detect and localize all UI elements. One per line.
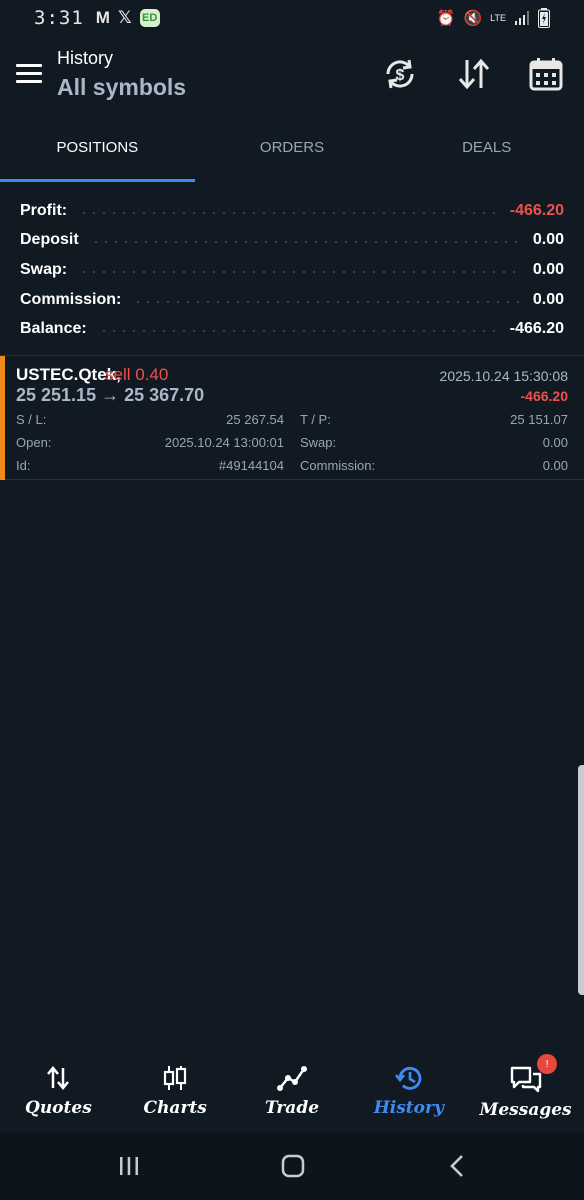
commission-label: Commission: bbox=[300, 458, 376, 473]
tab-deals[interactable]: DEALS bbox=[389, 128, 584, 182]
summary-panel: Profit: -466.20 Deposit 0.00 Swap: 0.00 … bbox=[20, 196, 564, 344]
alarm-icon: ⏰ bbox=[436, 10, 456, 27]
summary-label: Profit: bbox=[20, 201, 68, 219]
commission-value: 0.00 bbox=[542, 458, 568, 473]
id-label: Id: bbox=[16, 458, 31, 473]
summary-row-balance: Balance: -466.20 bbox=[20, 314, 564, 344]
summary-value: 0.00 bbox=[532, 231, 564, 249]
app-header: History All symbols $ bbox=[0, 40, 584, 112]
tab-positions[interactable]: POSITIONS bbox=[0, 128, 195, 182]
sort-icon[interactable] bbox=[456, 56, 492, 92]
status-bar: 3:31 M 𝕏 ED ⏰ 🔇 LTE bbox=[0, 0, 584, 36]
calendar-icon[interactable] bbox=[528, 56, 564, 92]
summary-row-swap: Swap: 0.00 bbox=[20, 255, 564, 285]
gmail-icon: M bbox=[95, 8, 110, 27]
system-navigation-bar bbox=[0, 1132, 584, 1200]
tab-orders[interactable]: ORDERS bbox=[195, 128, 390, 182]
menu-icon[interactable] bbox=[16, 64, 42, 84]
nav-history[interactable]: History bbox=[350, 1050, 467, 1132]
trade-icon bbox=[276, 1066, 307, 1091]
summary-row-commission: Commission: 0.00 bbox=[20, 285, 564, 315]
summary-value: -466.20 bbox=[509, 201, 564, 219]
nav-label: Messages bbox=[479, 1100, 572, 1120]
messages-badge: ! bbox=[537, 1054, 558, 1074]
swap-label: Swap: bbox=[300, 435, 337, 450]
summary-value: 0.00 bbox=[532, 290, 564, 308]
position-close-time: 2025.10.24 15:30:08 bbox=[439, 368, 568, 384]
recent-apps-icon[interactable] bbox=[117, 1154, 141, 1178]
svg-text:$: $ bbox=[396, 67, 405, 84]
system-status-icons: ⏰ 🔇 LTE bbox=[437, 8, 550, 28]
summary-row-deposit: Deposit 0.00 bbox=[20, 226, 564, 256]
currency-exchange-icon[interactable]: $ bbox=[382, 56, 418, 92]
nav-label: Charts bbox=[143, 1098, 207, 1118]
app-notification-icon: ED bbox=[139, 9, 160, 27]
x-icon: 𝕏 bbox=[117, 8, 132, 27]
swap-value: 0.00 bbox=[542, 435, 568, 450]
history-icon bbox=[394, 1066, 422, 1090]
position-side-volume: sell 0.40 bbox=[105, 365, 169, 384]
id-value: #49144104 bbox=[218, 458, 284, 473]
nav-charts[interactable]: Charts bbox=[117, 1050, 234, 1132]
home-icon[interactable] bbox=[280, 1154, 306, 1178]
nav-label: History bbox=[373, 1098, 444, 1118]
page-title: History bbox=[57, 48, 114, 68]
status-time: 3:31 bbox=[34, 7, 84, 29]
dotted-leader bbox=[90, 241, 521, 244]
history-tabs: POSITIONS ORDERS DEALS bbox=[0, 128, 584, 182]
notification-icons: M 𝕏 ED bbox=[96, 8, 160, 28]
open-label: Open: bbox=[16, 435, 52, 450]
battery-icon bbox=[538, 8, 550, 28]
edge-panel-handle[interactable] bbox=[578, 765, 584, 995]
nav-messages[interactable]: ! Messages bbox=[467, 1050, 584, 1132]
sl-value: 25 267.54 bbox=[226, 412, 284, 427]
dotted-leader bbox=[133, 300, 521, 303]
nav-trade[interactable]: Trade bbox=[234, 1050, 351, 1132]
dotted-leader bbox=[79, 270, 521, 273]
mute-icon: 🔇 bbox=[463, 10, 483, 27]
dotted-leader bbox=[98, 330, 498, 333]
dotted-leader bbox=[79, 211, 498, 214]
summary-value: 0.00 bbox=[532, 260, 564, 278]
nav-label: Trade bbox=[264, 1098, 320, 1118]
back-icon[interactable] bbox=[446, 1154, 470, 1178]
charts-icon bbox=[164, 1066, 187, 1090]
position-side-marker bbox=[0, 356, 5, 480]
summary-label: Commission: bbox=[20, 290, 122, 308]
network-label: LTE bbox=[490, 13, 506, 23]
nav-quotes[interactable]: Quotes bbox=[0, 1050, 117, 1132]
summary-value: -466.20 bbox=[509, 320, 564, 338]
position-prices: 25 251.15 → 25 367.70 bbox=[16, 385, 205, 405]
summary-label: Swap: bbox=[20, 260, 68, 278]
nav-label: Quotes bbox=[25, 1098, 92, 1118]
tp-value: 25 151.07 bbox=[510, 412, 568, 427]
quotes-icon bbox=[47, 1066, 70, 1090]
position-item[interactable]: USTEC.Qtek, sell 0.40 25 251.15 → 25 367… bbox=[0, 355, 584, 480]
signal-icon bbox=[515, 11, 529, 25]
position-profit: -466.20 bbox=[520, 388, 568, 404]
bottom-nav: Quotes Charts Trade History ! Messages bbox=[0, 1050, 584, 1132]
summary-row-profit: Profit: -466.20 bbox=[20, 196, 564, 226]
summary-label: Balance: bbox=[20, 320, 87, 338]
symbol-filter[interactable]: All symbols bbox=[57, 74, 186, 101]
open-value: 2025.10.24 13:00:01 bbox=[164, 435, 284, 450]
summary-label: Deposit bbox=[20, 231, 79, 249]
tp-label: T / P: bbox=[300, 412, 331, 427]
sl-label: S / L: bbox=[16, 412, 47, 427]
